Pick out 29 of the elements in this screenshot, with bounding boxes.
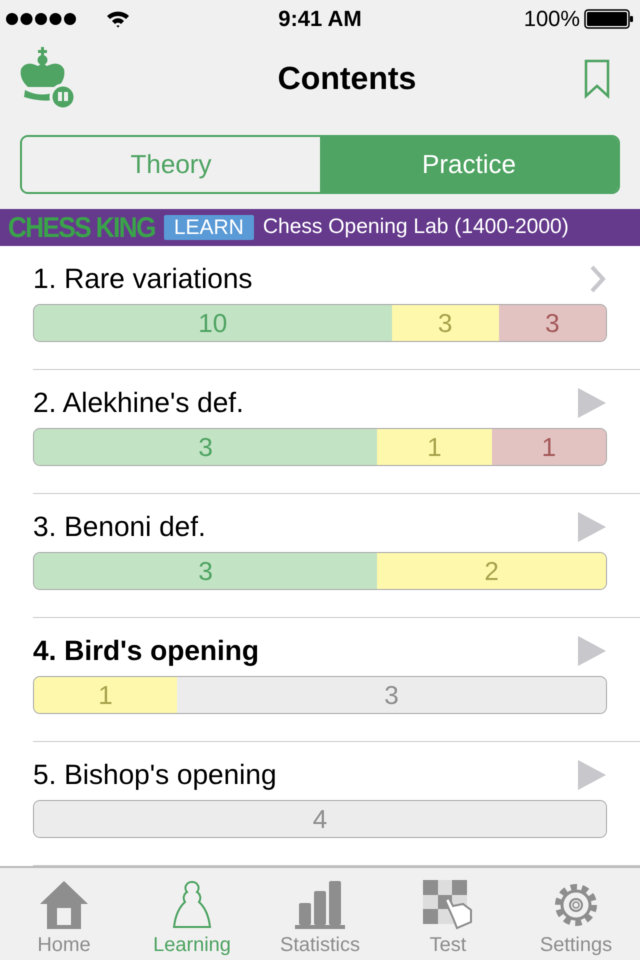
- battery-icon: [584, 8, 634, 29]
- tab-bar-item[interactable]: Learning: [128, 868, 256, 960]
- brand-logo: CHESS KING: [8, 210, 155, 244]
- tab-bar-item[interactable]: Statistics: [256, 868, 384, 960]
- tab-bar-item[interactable]: Home: [0, 868, 128, 960]
- tab-bar-item[interactable]: Test: [384, 868, 512, 960]
- chapter-title[interactable]: 5. Bishop's opening: [33, 759, 277, 792]
- pawn-icon: [171, 880, 213, 930]
- wifi-icon: [106, 10, 130, 28]
- chapter-title[interactable]: 4. Bird's opening: [33, 635, 260, 668]
- board-hand-icon: [423, 880, 473, 930]
- segment-tab[interactable]: Practice: [320, 137, 618, 192]
- status-time: 9:41 AM: [278, 6, 362, 32]
- chevron-icon[interactable]: [590, 265, 606, 294]
- tab-bar-item[interactable]: Settings: [512, 868, 640, 960]
- page-title: Contents: [278, 60, 416, 98]
- chapter-title[interactable]: 1. Rare variations: [33, 263, 252, 296]
- play-icon[interactable]: [578, 512, 606, 542]
- play-icon[interactable]: [578, 760, 606, 790]
- bookmark-icon[interactable]: [584, 58, 610, 99]
- home-icon: [39, 880, 89, 930]
- course-title: Chess Opening Lab (1400-2000): [262, 215, 569, 240]
- chapter-title[interactable]: 2. Alekhine's def.: [33, 387, 244, 420]
- learn-badge: LEARN: [164, 214, 254, 240]
- chapter-title[interactable]: 3. Benoni def.: [33, 511, 206, 544]
- play-icon[interactable]: [578, 636, 606, 666]
- play-icon[interactable]: [578, 388, 606, 418]
- bar-chart-icon: [295, 880, 345, 930]
- battery-percent: 100%: [524, 6, 580, 32]
